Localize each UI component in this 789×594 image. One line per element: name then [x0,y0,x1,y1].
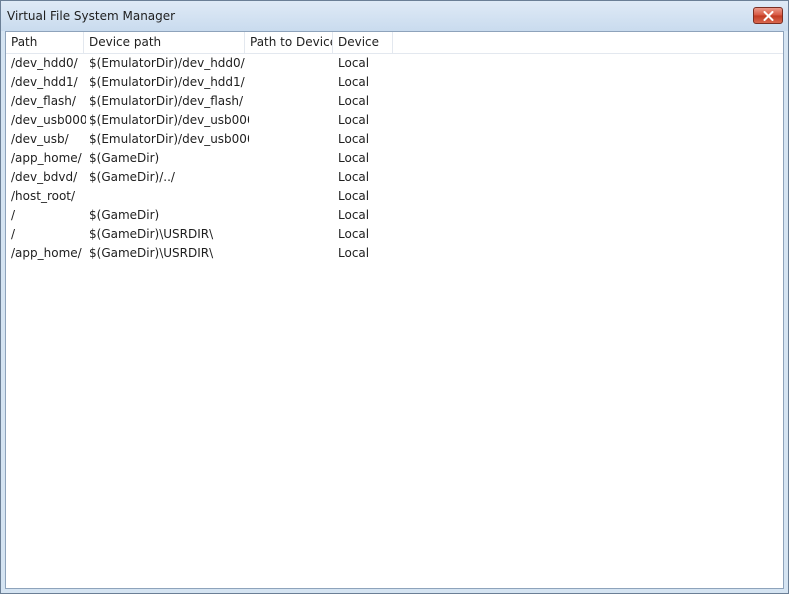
cell-device: Local [338,94,370,108]
table-row[interactable]: / $(GameDir) Local [6,206,783,225]
cell-path-to-device [250,244,333,263]
cell-device-path: $(GameDir)\USRDIR\ [89,246,214,260]
cell-device-path: $(EmulatorDir)/dev_flash/ [89,94,244,108]
cell-path: / [11,227,16,241]
cell-device: Local [338,56,370,70]
cell-device: Local [338,189,370,203]
table-row[interactable]: /dev_hdd0/ $(EmulatorDir)/dev_hdd0/ Loca… [6,54,783,73]
cell-device-path: $(GameDir)\USRDIR\ [89,227,214,241]
cell-path-to-device [250,206,333,225]
list-header: Path Device path Path to Device Device [6,32,783,54]
cell-device: Local [338,151,370,165]
table-row[interactable]: /dev_usb/ $(EmulatorDir)/dev_usb000/ Loc… [6,130,783,149]
window-title: Virtual File System Manager [7,9,176,23]
cell-device-path: $(GameDir) [89,151,160,165]
cell-path: /dev_bdvd/ [11,170,78,184]
cell-device: Local [338,208,370,222]
table-row[interactable]: /app_home/ $(GameDir) Local [6,149,783,168]
close-icon [763,11,774,21]
cell-device-path: $(GameDir) [89,208,160,222]
table-row[interactable]: /dev_bdvd/ $(GameDir)/../ Local [6,168,783,187]
cell-device-path: $(EmulatorDir)/dev_usb000/ [89,113,249,127]
cell-device: Local [338,227,370,241]
cell-path-to-device [250,187,333,206]
cell-path-to-device [250,225,333,244]
cell-path: /app_home/ [11,246,82,260]
cell-path-to-device [250,73,333,92]
column-header-path[interactable]: Path [6,32,84,53]
cell-path: / [11,208,16,222]
cell-device-path: $(EmulatorDir)/dev_hdd1/ [89,75,245,89]
cell-path-to-device [250,92,333,111]
vfs-list-view[interactable]: Path Device path Path to Device Device /… [5,31,784,589]
table-row[interactable]: /dev_usb000/ $(EmulatorDir)/dev_usb000/ … [6,111,783,130]
cell-device: Local [338,132,370,146]
cell-device: Local [338,246,370,260]
cell-device-path: $(EmulatorDir)/dev_hdd0/ [89,56,245,70]
cell-device: Local [338,75,370,89]
table-row[interactable]: /dev_flash/ $(EmulatorDir)/dev_flash/ Lo… [6,92,783,111]
cell-path: /app_home/ [11,151,82,165]
cell-path: /dev_usb/ [11,132,69,146]
cell-device-path: $(GameDir)/../ [89,170,175,184]
cell-path: /host_root/ [11,189,76,203]
cell-path-to-device [250,168,333,187]
cell-device-path [89,187,249,206]
cell-path: /dev_hdd0/ [11,56,78,70]
vfs-manager-window: Virtual File System Manager Path Device … [0,0,789,594]
title-bar[interactable]: Virtual File System Manager [1,1,788,31]
table-row[interactable]: /host_root/ Local [6,187,783,206]
table-row[interactable]: / $(GameDir)\USRDIR\ Local [6,225,783,244]
cell-device-path: $(EmulatorDir)/dev_usb000/ [89,132,249,146]
cell-path-to-device [250,130,333,149]
cell-path: /dev_hdd1/ [11,75,78,89]
cell-path-to-device [250,149,333,168]
cell-path-to-device [250,111,333,130]
column-header-path-to-device[interactable]: Path to Device [245,32,333,53]
cell-device: Local [338,113,370,127]
close-button[interactable] [753,7,783,24]
table-row[interactable]: /dev_hdd1/ $(EmulatorDir)/dev_hdd1/ Loca… [6,73,783,92]
list-rows: /dev_hdd0/ $(EmulatorDir)/dev_hdd0/ Loca… [6,54,783,263]
column-header-device[interactable]: Device [333,32,393,53]
cell-device: Local [338,170,370,184]
cell-path: /dev_flash/ [11,94,76,108]
cell-path: /dev_usb000/ [11,113,86,127]
cell-path-to-device [250,54,333,73]
column-header-device-path[interactable]: Device path [84,32,245,53]
table-row[interactable]: /app_home/ $(GameDir)\USRDIR\ Local [6,244,783,263]
